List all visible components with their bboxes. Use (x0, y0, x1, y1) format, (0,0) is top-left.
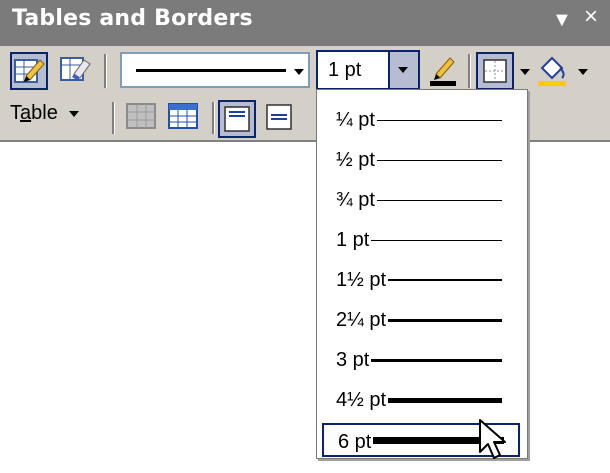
border-color-pencil-icon (430, 57, 456, 86)
line-weight-option-label: 2¼ pt (336, 309, 387, 331)
line-weight-option[interactable]: 4½ pt (322, 383, 520, 417)
table-menu-rest: ble (31, 102, 58, 124)
line-weight-sample (388, 398, 502, 403)
line-weight-option-label: ¼ pt (336, 109, 375, 131)
line-weight-dropdown-list[interactable]: ¼ pt ½ pt ¾ pt 1 pt 1½ pt 2¼ pt 3 pt 4½ pt 6 pt (316, 89, 528, 459)
merge-cells-icon (168, 103, 198, 129)
shading-color-dropdown-icon[interactable] (578, 69, 588, 75)
eraser-button[interactable] (58, 52, 96, 90)
outside-border-button[interactable] (476, 52, 514, 90)
chevron-down-icon (69, 110, 80, 117)
line-weight-option[interactable]: 2¼ pt (322, 303, 520, 337)
toolbar-titlebar[interactable]: Tables and Borders ▼ × (0, 0, 610, 46)
shading-color-button[interactable] (534, 52, 572, 90)
eraser-icon (60, 57, 91, 81)
mouse-pointer-icon (479, 419, 506, 459)
outside-border-dropdown-icon[interactable] (520, 69, 530, 75)
line-weight-sample (371, 359, 502, 362)
merge-cells-button[interactable] (166, 100, 204, 136)
line-weight-option-label: ¾ pt (336, 189, 375, 211)
line-weight-sample (388, 279, 502, 281)
line-weight-sample (371, 240, 502, 241)
line-weight-option[interactable]: 1½ pt (322, 263, 520, 297)
align-top-icon (224, 106, 250, 132)
line-weight-option-label: 1½ pt (336, 269, 387, 291)
toolbar-separator (104, 54, 107, 88)
line-weight-dropdown-button[interactable] (388, 52, 418, 88)
line-weight-option-label: 1 pt (336, 229, 370, 251)
toolbar-separator (468, 54, 471, 88)
toolbar-separator (112, 102, 115, 134)
line-weight-sample (377, 160, 502, 161)
align-top-button[interactable] (218, 100, 256, 138)
line-weight-sample (377, 200, 502, 201)
line-weight-option[interactable]: 1 pt (322, 223, 520, 257)
line-weight-option-label: 4½ pt (336, 389, 387, 411)
line-weight-option[interactable]: ¾ pt (322, 183, 520, 217)
line-weight-value: 1 pt (328, 59, 362, 81)
paint-bucket-icon (538, 56, 566, 86)
line-weight-option[interactable]: ½ pt (322, 143, 520, 177)
insert-table-button[interactable] (124, 100, 162, 136)
insert-table-icon (126, 103, 156, 129)
table-menu-accel: a (20, 102, 32, 124)
draw-table-button[interactable] (10, 52, 48, 90)
line-weight-option[interactable]: 3 pt (322, 343, 520, 377)
line-style-dropdown-icon[interactable] (294, 69, 304, 75)
close-icon[interactable]: × (584, 5, 598, 29)
border-color-button[interactable] (426, 52, 462, 90)
line-weight-option-label: 6 pt (338, 431, 372, 453)
pencil-icon (14, 59, 45, 83)
line-weight-option-label: ½ pt (336, 149, 375, 171)
line-style-preview (136, 69, 286, 72)
table-menu-first-letter: T (10, 102, 20, 124)
line-weight-option[interactable]: ¼ pt (322, 103, 520, 137)
toolbar-title: Tables and Borders (12, 6, 253, 31)
line-weight-combo[interactable]: 1 pt (316, 50, 420, 90)
line-weight-sample (377, 120, 502, 121)
toolbar-options-icon[interactable]: ▼ (552, 8, 572, 32)
line-weight-option-label: 3 pt (336, 349, 370, 371)
line-weight-sample (388, 319, 502, 322)
align-center-icon (266, 104, 292, 130)
line-style-combo[interactable] (120, 52, 310, 88)
outside-border-icon (483, 59, 507, 83)
toolbar-separator (212, 102, 215, 134)
align-center-button[interactable] (262, 100, 300, 138)
chevron-down-icon (398, 67, 408, 73)
table-menu-button[interactable]: Table (10, 102, 80, 125)
